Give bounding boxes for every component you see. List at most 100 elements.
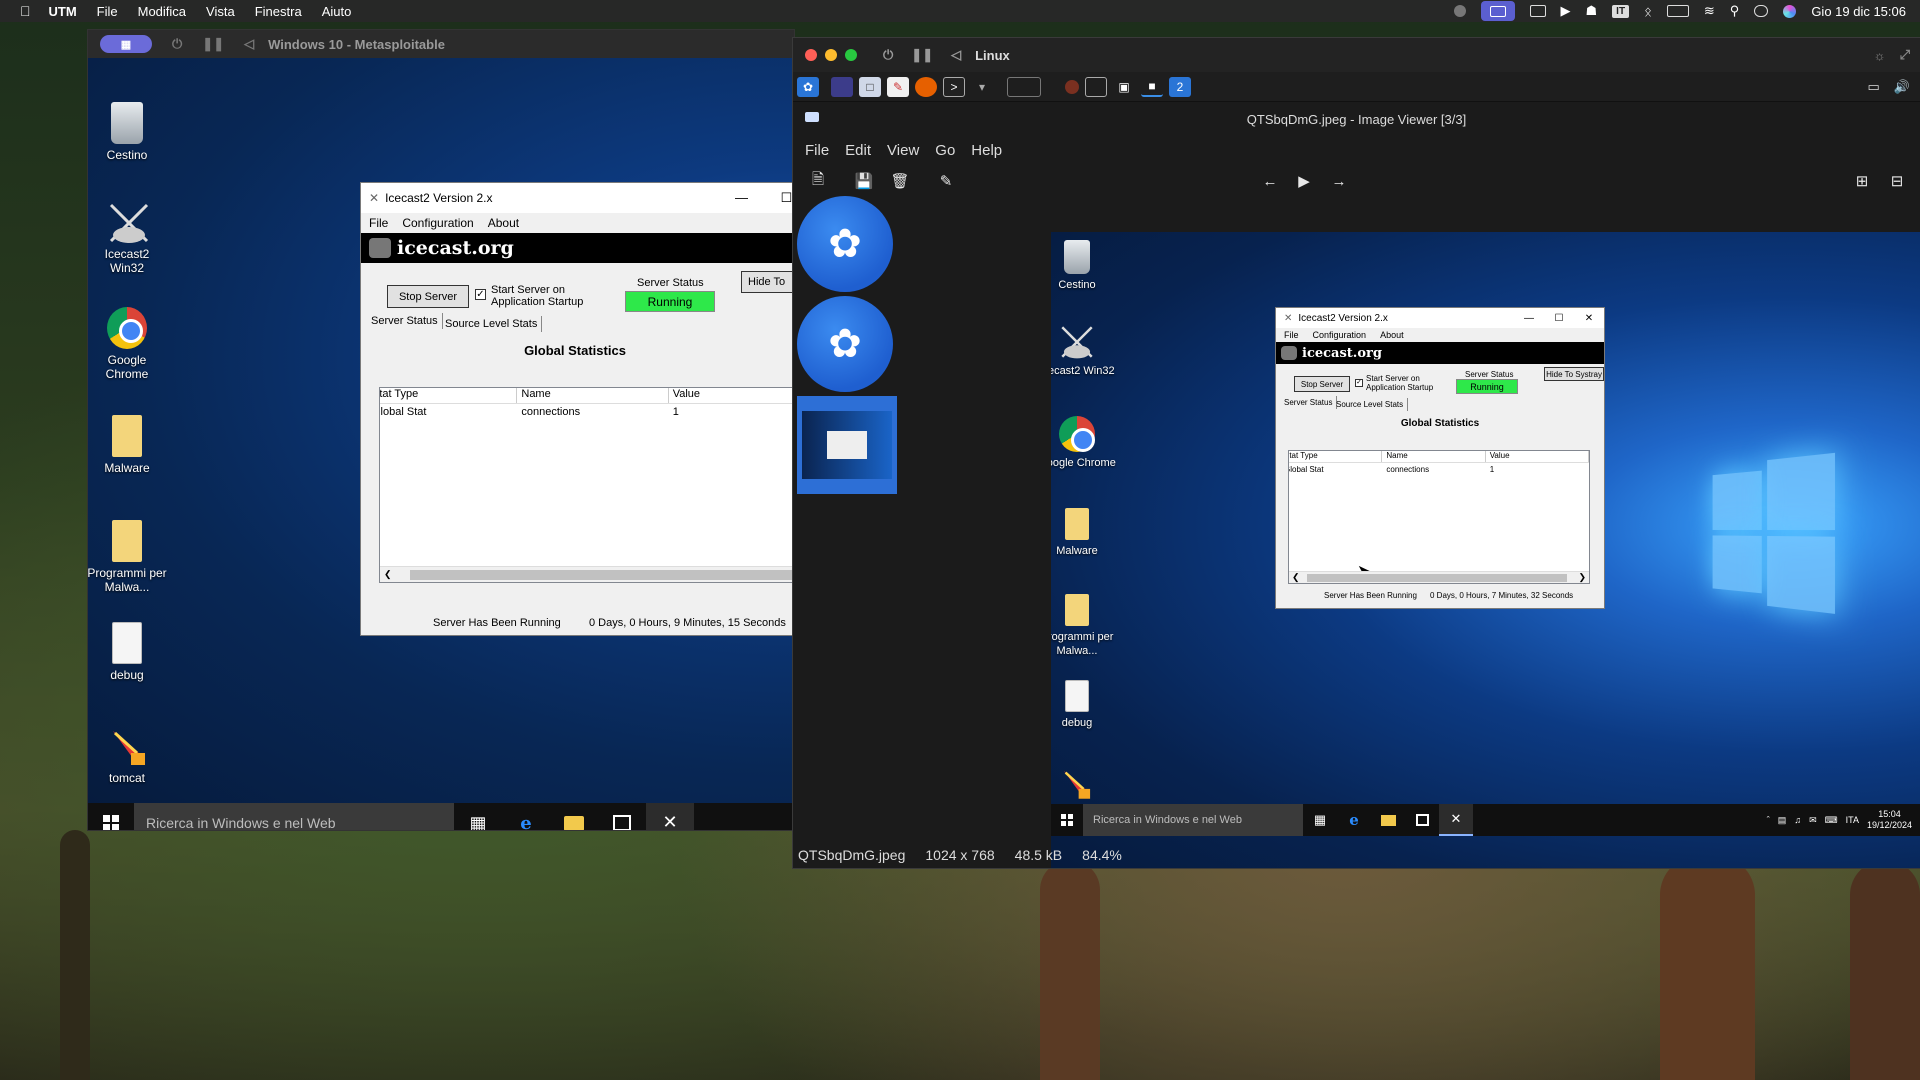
scroll-left-icon[interactable]: ❮ [1292,572,1300,583]
previous-icon[interactable]: ← [1259,170,1281,192]
desktop-icon-debug[interactable]: debug [1051,680,1117,730]
display-icon[interactable]: ▭ [1868,79,1880,95]
pause-icon[interactable]: ❚❚ [911,47,933,63]
store-icon[interactable] [598,803,646,830]
tab-source-level-stats[interactable]: Source Level Stats [1332,398,1408,411]
desktop-icon-programmi[interactable]: Programmi per Malwa... [1051,594,1117,658]
files-icon[interactable]: □ [859,77,881,97]
app-icon[interactable] [1065,80,1079,94]
maximize-icon[interactable]: ☐ [764,190,794,206]
back-icon[interactable]: ◁ [951,47,961,63]
store-icon[interactable] [1405,804,1439,836]
desktop-icon-chrome[interactable]: Google Chrome [1051,416,1117,470]
desktop-icon-cestino[interactable]: Cestino [1051,240,1117,292]
zoom-in-icon[interactable]: ⊞ [1851,170,1873,192]
desktop-icon-malware[interactable]: Malware [88,415,167,475]
column-header[interactable]: Value [1486,451,1589,462]
apple-icon[interactable]:  [20,3,31,19]
horizontal-scrollbar[interactable]: ❮ [380,566,794,582]
horizontal-scrollbar[interactable]: ❮ ❯ [1289,571,1589,583]
zoom-out-icon[interactable]: ⊟ [1886,170,1908,192]
wifi-icon[interactable]: ≋ [1704,3,1715,19]
back-icon[interactable]: ◁ [244,36,254,52]
terminal-icon[interactable] [1085,77,1107,97]
icecast-taskbar-icon[interactable]: ✕ [1439,804,1473,836]
utm-status-icon[interactable] [1481,1,1515,21]
terminal-icon[interactable]: > [943,77,965,97]
menu-file[interactable]: File [805,142,829,159]
menu-help[interactable]: Help [971,142,1002,159]
workspace-icon[interactable] [831,77,853,97]
desktop-icon-programmi[interactable]: Programmi per Malwa... [88,520,167,594]
keyboard-icon[interactable]: ⌨ [1825,815,1838,826]
workspace-switcher[interactable] [1007,77,1041,97]
minimize-icon[interactable]: — [719,190,764,206]
taskbar-search[interactable]: Ricerca in Windows e nel Web [134,803,454,830]
menu-go[interactable]: Go [935,142,955,159]
task-view-icon[interactable]: ▦ [1303,804,1337,836]
display-icon[interactable] [1530,5,1546,17]
taskbar-search[interactable]: Ricerca in Windows e nel Web [1083,804,1303,836]
edge-icon[interactable]: e [502,803,550,830]
close-icon[interactable]: ✕ [1574,313,1604,324]
window-group-icon[interactable]: 2 [1169,77,1191,97]
stop-server-button[interactable]: Stop Server [387,285,469,308]
next-icon[interactable]: → [1328,170,1350,192]
thumbnail-kali-2[interactable]: ✿ [797,296,893,392]
volume-icon[interactable]: 🔊 [1894,79,1910,95]
network-icon[interactable]: ▤ [1778,815,1787,826]
kali-menu-icon[interactable]: ✿ [797,77,819,97]
menu-finestra[interactable]: Finestra [255,4,302,19]
power-icon[interactable]: ⏻ [883,47,893,63]
keyboard-layout[interactable]: IT [1612,5,1629,18]
battery-icon[interactable] [1667,5,1689,17]
edge-icon[interactable]: e [1337,804,1371,836]
power-icon[interactable]: ⏻ [172,36,182,52]
desktop-icon-cestino[interactable]: Cestino [88,102,167,162]
menu-app[interactable]: UTM [49,4,77,19]
spotlight-icon[interactable]: ⚲ [1730,3,1740,19]
tab-server-status[interactable]: Server Status [367,313,443,329]
desktop-icon-debug[interactable]: debug [88,622,167,682]
column-header[interactable]: Name [517,388,668,403]
menubar-clock[interactable]: Gio 19 dic 15:06 [1811,4,1906,19]
menu-modifica[interactable]: Modifica [138,4,186,19]
menu-view[interactable]: View [887,142,919,159]
resize-icon[interactable]: ⤢ [1900,47,1910,63]
desktop-icon-chrome[interactable]: Google Chrome [88,307,167,381]
bluetooth-icon[interactable]: ᛟ [1644,4,1652,19]
play-icon[interactable]: ▶ [1561,3,1571,19]
table-row[interactable]: Global Stat connections 1 [380,404,794,420]
icecast-taskbar-icon[interactable]: ✕ [646,803,694,830]
column-header[interactable]: Stat Type [380,388,517,403]
volume-icon[interactable]: ♫ [1794,815,1801,825]
icecast-menu-about[interactable]: About [1380,330,1404,340]
desktop-icon-icecast[interactable]: Icecast2 Win32 [88,201,167,275]
icecast-menu-configuration[interactable]: Configuration [1313,330,1367,340]
control-center-icon[interactable] [1754,5,1768,17]
thumbnail-selected[interactable] [797,396,897,494]
desktop-icon-malware[interactable]: Malware [1051,508,1117,558]
icecast-menu-about[interactable]: About [488,216,519,230]
image-canvas[interactable]: Cestino Icecast2 Win32 Google Chrome Mal… [1051,232,1920,868]
minimize-icon[interactable]: — [1514,313,1544,324]
chevron-down-icon[interactable]: ▾ [971,77,993,97]
notification-icon[interactable]: ✉ [1809,815,1817,826]
tab-server-status[interactable]: Server Status [1280,396,1337,409]
menu-aiuto[interactable]: Aiuto [322,4,352,19]
desktop-icon-tomcat[interactable]: tomcat [88,725,167,785]
text-editor-icon[interactable]: ✎ [887,77,909,97]
scroll-left-icon[interactable]: ❮ [384,569,392,580]
slideshow-play-icon[interactable]: ▶ [1293,170,1315,192]
scroll-thumb[interactable] [410,570,794,580]
save-icon[interactable]: 💾 [853,170,875,192]
delete-icon[interactable]: 🗑 [889,170,911,192]
image-viewer-task-icon[interactable]: ■ [1141,77,1163,97]
maximize-icon[interactable]: ☐ [1544,313,1574,324]
scroll-right-icon[interactable]: ❯ [1578,572,1586,583]
icecast-menu-file[interactable]: File [1284,330,1299,340]
hide-to-systray-button[interactable]: Hide To [741,271,794,293]
pause-icon[interactable]: ❚❚ [202,36,224,52]
menu-edit[interactable]: Edit [845,142,871,159]
start-button[interactable] [1051,814,1083,826]
